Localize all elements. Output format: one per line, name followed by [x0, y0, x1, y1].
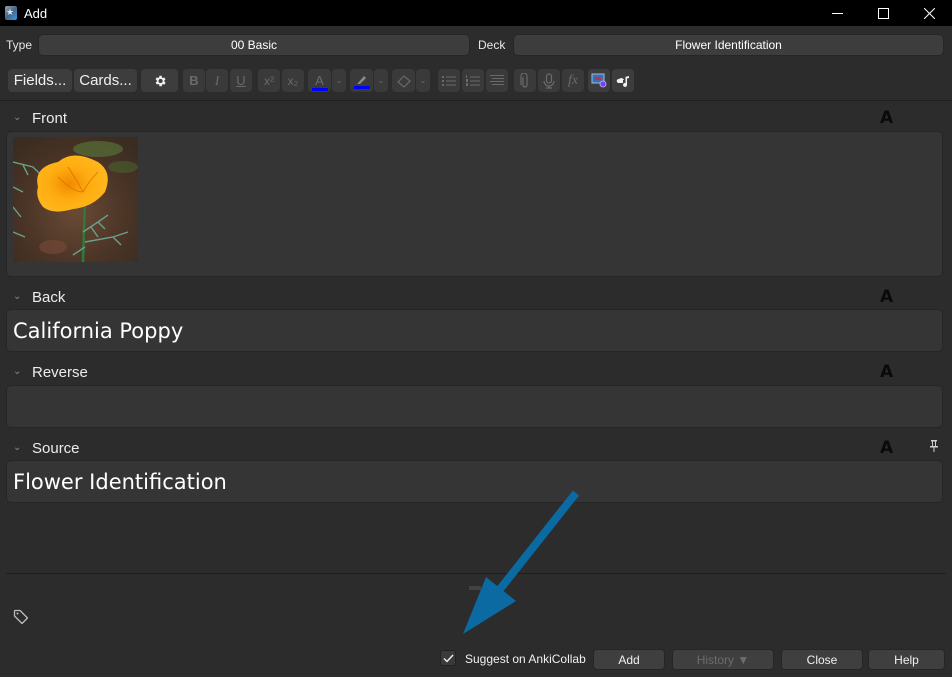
- unordered-list-button[interactable]: [438, 69, 460, 92]
- cards-button[interactable]: Cards...: [74, 69, 137, 92]
- title-bar: Add: [0, 0, 952, 26]
- help-button[interactable]: Help: [868, 649, 945, 670]
- bold-button[interactable]: B: [183, 69, 205, 92]
- close-button[interactable]: Close: [781, 649, 863, 670]
- audio-addon-button[interactable]: [612, 69, 634, 92]
- eraser-button[interactable]: [392, 69, 415, 92]
- superscript-button[interactable]: x²: [258, 69, 280, 92]
- pin-icon[interactable]: [929, 439, 939, 458]
- align-button[interactable]: [486, 69, 508, 92]
- collapse-chevron-icon[interactable]: ⌄: [13, 291, 21, 302]
- annotation-arrow-shaft: [493, 490, 580, 596]
- note-type-selector[interactable]: 00 Basic: [38, 34, 470, 56]
- plain-text-toggle-icon[interactable]: A: [880, 362, 893, 382]
- maximize-button[interactable]: [860, 0, 906, 26]
- anki-app-icon: [5, 6, 17, 20]
- field-name-reverse: Reverse: [32, 364, 88, 381]
- field-header-back: ⌄ Back A: [0, 287, 952, 308]
- highlight-color-swatch: [353, 85, 370, 89]
- minimize-icon: [831, 12, 843, 14]
- deck-selector[interactable]: Flower Identification: [513, 34, 944, 56]
- window-title: Add: [24, 5, 48, 21]
- plain-text-toggle-icon[interactable]: A: [880, 438, 893, 458]
- type-deck-row: Type 00 Basic Deck Flower Identification: [0, 34, 952, 56]
- suggest-on-ankicollab-label[interactable]: Suggest on AnkiCollab: [465, 652, 586, 666]
- field-name-front: Front: [32, 110, 68, 127]
- math-button[interactable]: fx: [562, 69, 584, 92]
- suggest-on-ankicollab-checkbox[interactable]: [440, 650, 456, 666]
- footer-bar: Suggest on AnkiCollab Add History ▼ Clos…: [0, 649, 952, 671]
- tag-editor-divider: [6, 573, 946, 574]
- collapse-chevron-icon[interactable]: ⌄: [13, 112, 21, 123]
- gear-icon: [155, 75, 166, 86]
- add-button[interactable]: Add: [593, 649, 665, 670]
- subscript-button[interactable]: x₂: [282, 69, 304, 92]
- numbered-list-icon: [466, 74, 480, 86]
- chevron-down-icon: ⌄: [377, 76, 385, 85]
- chevron-down-icon: ⌄: [419, 76, 427, 85]
- checkmark-icon: [443, 654, 454, 663]
- attach-button[interactable]: [514, 69, 536, 92]
- underline-button[interactable]: U: [230, 69, 252, 92]
- align-icon: [490, 74, 504, 85]
- field-value-back: California Poppy: [13, 319, 184, 343]
- field-header-source: ⌄ Source A: [0, 438, 952, 459]
- plain-text-toggle-icon[interactable]: A: [880, 108, 893, 128]
- resize-grip[interactable]: [469, 586, 481, 590]
- plain-text-toggle-icon[interactable]: A: [880, 287, 893, 307]
- close-window-button[interactable]: [906, 0, 952, 26]
- text-color-button[interactable]: A: [308, 69, 331, 92]
- field-value-source: Flower Identification: [13, 470, 227, 494]
- microphone-icon: [543, 72, 555, 89]
- cloud-music-icon: [616, 75, 629, 87]
- image-occlusion-button[interactable]: [588, 69, 610, 92]
- fields-button[interactable]: Fields...: [8, 69, 72, 92]
- highlight-dropdown[interactable]: ⌄: [374, 69, 388, 92]
- collapse-chevron-icon[interactable]: ⌄: [13, 366, 21, 377]
- flower-image: [13, 137, 138, 262]
- collapse-chevron-icon[interactable]: ⌄: [13, 442, 21, 453]
- deck-label: Deck: [478, 38, 506, 52]
- text-color-dropdown[interactable]: ⌄: [332, 69, 346, 92]
- paperclip-icon: [520, 72, 528, 88]
- type-label: Type: [6, 38, 33, 52]
- field-editor-source[interactable]: Flower Identification: [6, 460, 943, 503]
- field-name-source: Source: [32, 440, 80, 457]
- record-audio-button[interactable]: [538, 69, 560, 92]
- field-editor-front[interactable]: [6, 131, 943, 277]
- italic-button[interactable]: I: [206, 69, 228, 92]
- highlight-color-button[interactable]: [350, 69, 373, 92]
- eraser-dropdown[interactable]: ⌄: [416, 69, 430, 92]
- tag-icon[interactable]: [13, 609, 29, 630]
- highlighter-icon: [356, 75, 366, 84]
- field-header-front: ⌄ Front A: [0, 108, 952, 129]
- text-color-swatch: [311, 88, 328, 91]
- image-occlusion-icon: [591, 73, 607, 88]
- minimize-button[interactable]: [814, 0, 860, 26]
- text-color-glyph: A: [315, 73, 324, 88]
- ordered-list-button[interactable]: [462, 69, 484, 92]
- field-editor-back[interactable]: California Poppy: [6, 309, 943, 352]
- field-name-back: Back: [32, 289, 66, 306]
- settings-button[interactable]: [141, 69, 178, 92]
- eraser-icon: [396, 74, 411, 88]
- field-editor-reverse[interactable]: [6, 385, 943, 428]
- bullet-list-icon: [442, 75, 456, 86]
- close-icon: [923, 7, 935, 19]
- maximize-icon: [877, 7, 889, 19]
- toolbar-divider: [0, 100, 952, 101]
- chevron-down-icon: ⌄: [335, 76, 343, 85]
- history-button[interactable]: History ▼: [672, 649, 774, 670]
- field-header-reverse: ⌄ Reverse A: [0, 362, 952, 383]
- poppy-image[interactable]: [13, 137, 138, 262]
